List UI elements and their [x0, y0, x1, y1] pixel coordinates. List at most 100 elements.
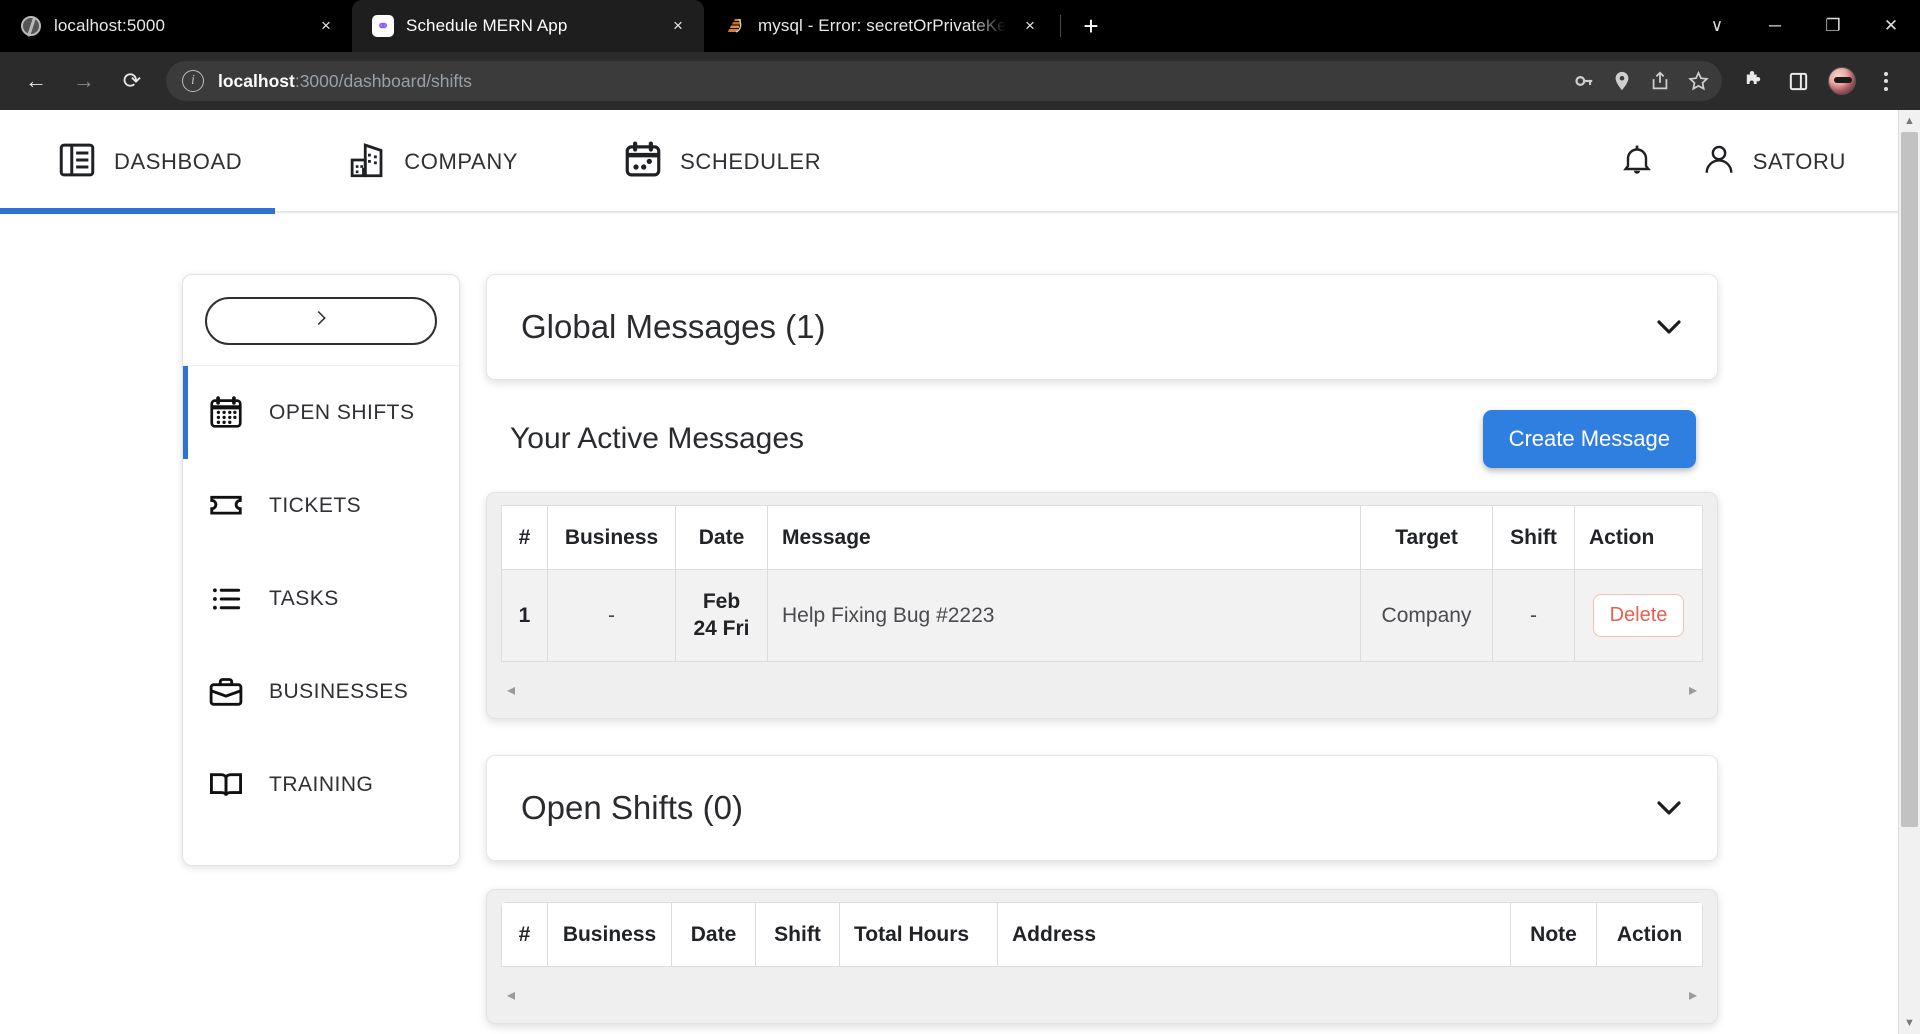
- col-address: Address: [997, 902, 1511, 967]
- sidebar-item-tasks[interactable]: TASKS: [183, 552, 459, 645]
- tab-search-icon[interactable]: ∨: [1688, 0, 1746, 52]
- sidebar-item-training[interactable]: TRAINING: [183, 738, 459, 831]
- table-header-row: # Business Date Shift Total Hours Addres…: [501, 902, 1703, 967]
- sidebar-item-tickets[interactable]: TICKETS: [183, 459, 459, 552]
- nav-item-scheduler[interactable]: SCHEDULER: [600, 110, 843, 214]
- building-icon: [346, 139, 388, 186]
- extensions-puzzle-icon[interactable]: [1734, 61, 1774, 101]
- maximize-button[interactable]: ❐: [1804, 0, 1862, 52]
- browser-toolbar: ← → ⟳ i localhost:3000/dashboard/shifts: [0, 52, 1920, 110]
- main-column: Global Messages (1) Your Active Messages…: [486, 274, 1718, 1034]
- user-name: SATORU: [1752, 149, 1846, 174]
- create-message-button[interactable]: Create Message: [1482, 410, 1696, 468]
- scroll-down-arrow[interactable]: ▼: [1899, 1012, 1920, 1034]
- book-icon: [205, 766, 247, 804]
- global-messages-card[interactable]: Global Messages (1): [486, 274, 1718, 380]
- close-icon[interactable]: ×: [1018, 14, 1042, 38]
- sidebar-item-label: BUSINESSES: [269, 679, 409, 703]
- user-menu[interactable]: SATORU: [1701, 142, 1846, 183]
- scrollbar-thumb[interactable]: [1901, 132, 1918, 828]
- back-icon[interactable]: ←: [14, 59, 58, 103]
- open-shifts-table-wrap: # Business Date Shift Total Hours Addres…: [486, 889, 1718, 1024]
- list-icon: [205, 580, 247, 618]
- mysql-icon: [724, 15, 746, 37]
- open-shifts-title: Open Shifts (0): [521, 789, 743, 826]
- browser-tab-3[interactable]: mysql - Error: secretOrPrivateKey ×: [704, 0, 1056, 52]
- sidebar-collapse-toggle[interactable]: [205, 297, 437, 345]
- close-icon[interactable]: ×: [314, 14, 338, 38]
- cell-date: Feb 24 Fri: [675, 569, 768, 662]
- col-shift: Shift: [1492, 505, 1575, 570]
- horizontal-scrollbar[interactable]: ◂ ▸: [501, 662, 1703, 718]
- open-shifts-card[interactable]: Open Shifts (0): [486, 755, 1718, 861]
- chevron-down-icon[interactable]: [1655, 314, 1683, 341]
- sidebar-item-label: TASKS: [269, 586, 339, 610]
- sidebar-item-label: TICKETS: [269, 493, 362, 517]
- page-content: OPEN SHIFTS TICKETS TASKS BUSINESSES TRA…: [0, 214, 1898, 1034]
- reload-icon[interactable]: ⟳: [110, 59, 154, 103]
- kebab-menu-icon[interactable]: [1866, 61, 1906, 101]
- chevron-down-icon[interactable]: [1655, 795, 1683, 822]
- col-action: Action: [1596, 902, 1703, 967]
- nav-item-label: SCHEDULER: [680, 149, 822, 174]
- profile-avatar[interactable]: [1822, 61, 1862, 101]
- table-row: 1 - Feb 24 Fri Help Fixing Bug #2223 Com…: [501, 569, 1703, 662]
- window-controls: ∨ ─ ❐ ✕: [1688, 0, 1920, 52]
- delete-button[interactable]: Delete: [1592, 594, 1685, 637]
- global-messages-title: Global Messages (1): [521, 308, 826, 345]
- cell-target: Company: [1360, 569, 1493, 662]
- date-day: 24 Fri: [693, 616, 750, 640]
- scrollbar-track[interactable]: [1899, 132, 1920, 1012]
- side-panel-icon[interactable]: [1778, 61, 1818, 101]
- close-window-button[interactable]: ✕: [1862, 0, 1920, 52]
- scroll-left-arrow[interactable]: ◂: [507, 985, 515, 1005]
- share-icon[interactable]: [1642, 63, 1678, 99]
- tab-strip: localhost:5000 × ⚭ Schedule MERN App × m…: [0, 0, 1920, 52]
- close-icon[interactable]: ×: [666, 14, 690, 38]
- location-pin-icon[interactable]: [1604, 63, 1640, 99]
- sidebar-item-open-shifts[interactable]: OPEN SHIFTS: [183, 366, 459, 459]
- cell-business: -: [547, 569, 676, 662]
- bell-icon[interactable]: [1619, 142, 1655, 183]
- scroll-up-arrow[interactable]: ▲: [1899, 110, 1920, 132]
- table-head: # Business Date Shift Total Hours Addres…: [501, 902, 1703, 967]
- scroll-left-arrow[interactable]: ◂: [507, 680, 515, 700]
- sidebar-item-label: TRAINING: [269, 772, 374, 796]
- col-index: #: [501, 902, 548, 967]
- scroll-right-arrow[interactable]: ▸: [1689, 680, 1697, 700]
- horizontal-scrollbar[interactable]: ◂ ▸: [501, 967, 1703, 1023]
- forward-icon[interactable]: →: [62, 59, 106, 103]
- scroll-right-arrow[interactable]: ▸: [1689, 985, 1697, 1005]
- nav-item-dashboard[interactable]: DASHBOAD: [0, 110, 276, 214]
- cell-shift: -: [1492, 569, 1575, 662]
- sidebar: OPEN SHIFTS TICKETS TASKS BUSINESSES TRA…: [182, 274, 460, 866]
- col-note: Note: [1510, 902, 1597, 967]
- table-head: # Business Date Message Target Shift Act…: [501, 505, 1703, 570]
- nav-item-label: DASHBOAD: [114, 149, 243, 174]
- browser-tab-1[interactable]: localhost:5000 ×: [0, 0, 352, 52]
- minimize-button[interactable]: ─: [1746, 0, 1804, 52]
- nav-item-company[interactable]: COMPANY: [324, 110, 540, 214]
- active-messages-table: # Business Date Message Target Shift Act…: [501, 505, 1703, 662]
- calendar-icon: [622, 139, 664, 186]
- person-icon: [1701, 142, 1737, 183]
- active-messages-heading: Your Active Messages: [510, 422, 805, 455]
- col-target: Target: [1360, 505, 1493, 570]
- briefcase-icon: [205, 673, 247, 711]
- cell-index: 1: [501, 569, 548, 662]
- app-header-right: SATORU: [1619, 142, 1864, 183]
- page-viewport: DASHBOAD COMPANY SCHEDULER SATORU OPEN S…: [0, 110, 1920, 1034]
- new-tab-button[interactable]: +: [1071, 6, 1111, 46]
- site-info-icon[interactable]: i: [182, 70, 204, 92]
- password-key-icon[interactable]: [1566, 63, 1602, 99]
- nav-item-label: COMPANY: [404, 149, 519, 174]
- address-bar[interactable]: i localhost:3000/dashboard/shifts: [166, 61, 1722, 101]
- browser-tab-2[interactable]: ⚭ Schedule MERN App ×: [352, 0, 704, 52]
- tab-title: Schedule MERN App: [406, 16, 568, 35]
- bookmark-star-icon[interactable]: [1680, 63, 1716, 99]
- globe-icon: [20, 15, 42, 37]
- col-date: Date: [671, 902, 756, 967]
- page-scrollbar[interactable]: ▲ ▼: [1898, 110, 1920, 1034]
- tab-title: localhost:5000: [54, 16, 166, 35]
- sidebar-item-businesses[interactable]: BUSINESSES: [183, 645, 459, 738]
